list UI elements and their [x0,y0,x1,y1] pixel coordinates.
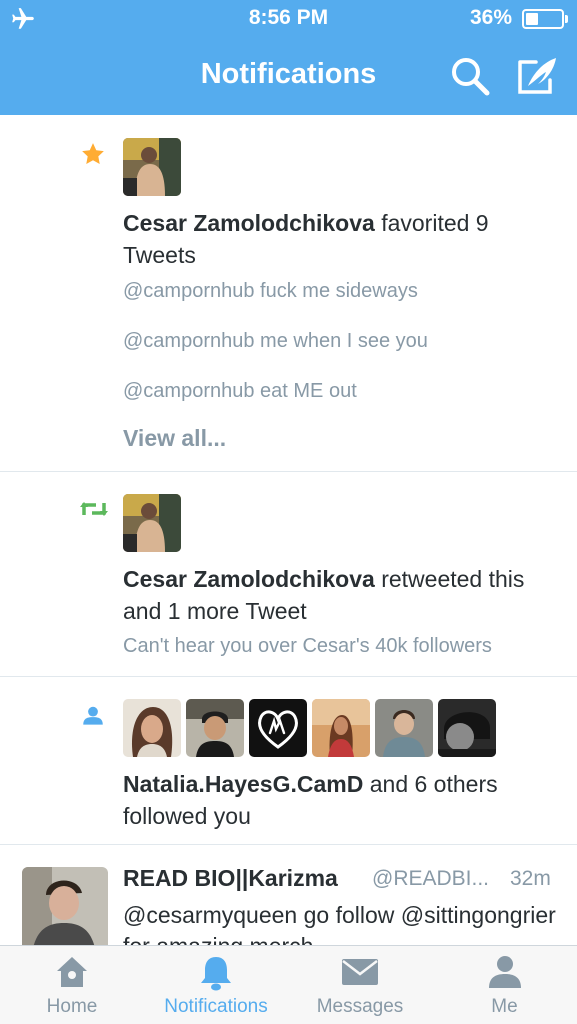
actor-name[interactable]: Natalia.HayesG.CamD [123,771,363,797]
tab-label: Notifications [164,996,268,1017]
tweet-timestamp: 32m [510,867,551,890]
avatar[interactable] [123,138,181,196]
avatar-photo [186,699,244,757]
avatar-photo [123,138,181,196]
notification-retweet[interactable]: Cesar Zamolodchikova retweeted this and … [0,472,577,677]
avatar-photo [22,867,108,945]
notification-follow[interactable]: Natalia.HayesG.CamD and 6 others followe… [0,677,577,845]
follower-avatar[interactable] [312,699,370,757]
tab-me[interactable]: Me [432,946,577,1024]
follower-avatar[interactable] [186,699,244,757]
follower-avatar[interactable] [438,699,496,757]
view-all-link[interactable]: View all... [123,425,226,452]
follower-avatar[interactable] [375,699,433,757]
battery-percent: 36% [470,6,513,29]
tab-label: Messages [316,996,404,1017]
actor-name[interactable]: Cesar Zamolodchikova [123,210,375,236]
avatar-photo [312,699,370,757]
battery-icon [522,9,564,29]
avatar-photo [123,699,181,757]
star-icon [82,143,104,164]
notifications-feed[interactable]: Cesar Zamolodchikova favorited 9 Tweets … [0,115,577,945]
tweet-avatar[interactable] [22,867,108,945]
person-icon [488,956,521,988]
avatar-photo [249,699,307,757]
follower-avatar[interactable] [123,699,181,757]
battery-tip [565,15,568,23]
avatar-photo [123,494,181,552]
follow-person-icon [83,706,103,725]
tweet-author-name[interactable]: READ BIO||Karizma [123,865,338,892]
envelope-icon [342,959,378,985]
notification-favorite[interactable]: Cesar Zamolodchikova favorited 9 Tweets … [0,115,577,472]
status-bar: 8:56 PM 36% [0,0,577,38]
bell-icon [201,957,231,991]
notification-headline: Natalia.HayesG.CamD and 6 others followe… [123,768,563,832]
avatar-photo [438,699,496,757]
header-bar: 8:56 PM 36% Notifications [0,0,577,115]
tweet-snippet[interactable]: Can't hear you over Cesar's 40k follower… [123,635,492,658]
notification-headline: Cesar Zamolodchikova favorited 9 Tweets [123,207,563,271]
home-icon [57,957,87,987]
tweet-snippet[interactable]: @campornhub eat ME out [123,380,357,403]
tweet-snippet[interactable]: @campornhub me when I see you [123,330,428,353]
compose-icon[interactable] [514,54,560,98]
tab-home[interactable]: Home [0,946,144,1024]
tab-bar: Home Notifications Messages Me [0,945,577,1024]
search-icon[interactable] [448,54,492,98]
tweet-author-handle[interactable]: @READBI... [372,867,489,891]
tab-messages[interactable]: Messages [288,946,432,1024]
notification-headline: Cesar Zamolodchikova retweeted this and … [123,563,563,627]
tweet-text[interactable]: @cesarmyqueen go follow @sittingongrier … [123,900,563,945]
retweet-icon [80,502,108,516]
tweet-snippet[interactable]: @campornhub fuck me sideways [123,280,418,303]
avatar[interactable] [123,494,181,552]
battery-level [526,13,539,25]
tweet-row[interactable]: READ BIO||Karizma @READBI... 32m @cesarm… [0,845,577,945]
tab-label: Me [491,996,518,1017]
actor-name[interactable]: Cesar Zamolodchikova [123,566,375,592]
tab-label: Home [46,996,98,1017]
avatar-photo [375,699,433,757]
follower-avatar[interactable] [249,699,307,757]
tab-notifications[interactable]: Notifications [144,946,288,1024]
